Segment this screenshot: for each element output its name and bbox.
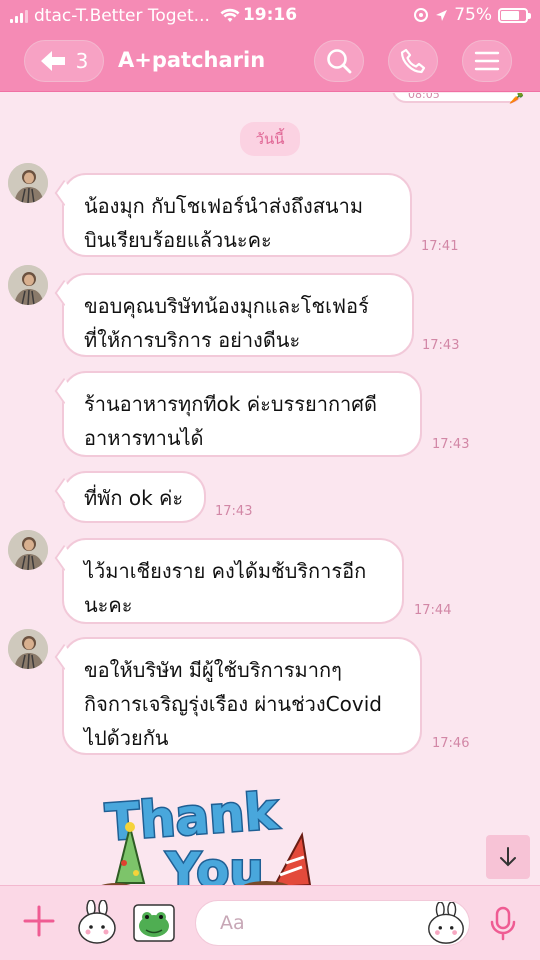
emoji-sticker-icon[interactable]: [424, 902, 468, 946]
search-button[interactable]: [314, 40, 364, 82]
call-button[interactable]: [388, 40, 438, 82]
frog-sticker-button[interactable]: [131, 900, 177, 946]
chat-title: A+patcharin: [118, 48, 266, 72]
back-button[interactable]: 3: [24, 40, 104, 82]
sticker-text-you: You: [165, 843, 264, 885]
microphone-icon[interactable]: [489, 906, 517, 942]
avatar[interactable]: [8, 265, 48, 305]
message-text: ขอให้บริษัท มีผู้ใช้บริการมากๆ กิจการเจร…: [84, 658, 382, 750]
location-icon: [436, 9, 448, 21]
previous-message-time: 08:05: [408, 93, 440, 101]
avatar[interactable]: [8, 163, 48, 203]
battery-icon: [498, 7, 531, 23]
message-input-bar: Aa: [0, 885, 540, 960]
message-time: 17:43: [422, 338, 460, 353]
avatar[interactable]: [8, 530, 48, 570]
status-bar: dtac-T.Better Toget... 19:16 75%: [0, 0, 540, 32]
date-chip: วันนี้: [240, 122, 300, 156]
message-text: ขอบคุณบริษัทน้องมุกและโชเฟอร์ ที่ให้การบ…: [84, 294, 369, 352]
message-text: น้องมุก กับโชเฟอร์นำส่งถึงสนาม บินเรียบร…: [84, 194, 364, 252]
message-bubble[interactable]: ที่พัก ok ค่ะ: [62, 471, 206, 523]
message-list[interactable]: 08:05 🥕 วันนี้ น้องมุก กับโชเฟอร์นำส่งถึ…: [0, 93, 540, 885]
menu-button[interactable]: [462, 40, 512, 82]
message-time: 17:44: [414, 603, 452, 618]
message-bubble[interactable]: ขอบคุณบริษัทน้องมุกและโชเฟอร์ ที่ให้การบ…: [62, 273, 414, 357]
message-bubble[interactable]: ไว้มาเชียงราย คงได้มช้บริการอีก นะคะ: [62, 538, 404, 624]
message-bubble[interactable]: ขอให้บริษัท มีผู้ใช้บริการมากๆ กิจการเจร…: [62, 637, 422, 755]
search-icon: [327, 49, 352, 74]
message-text: ร้านอาหารทุกทีok ค่ะบรรยากาศดี อาหารทานไ…: [84, 392, 377, 450]
phone-icon: [400, 48, 426, 74]
add-icon[interactable]: [22, 904, 56, 938]
back-arrow-icon: [40, 51, 65, 71]
message-time: 17:41: [421, 239, 459, 254]
orientation-lock-icon: [414, 8, 429, 22]
thank-you-sticker[interactable]: Thank You: [96, 783, 326, 885]
hamburger-menu-icon: [474, 51, 500, 71]
cony-sticker-button[interactable]: [74, 900, 120, 946]
message-time: 17:43: [215, 504, 253, 519]
unread-count: 3: [75, 49, 89, 73]
chat-header: 3 A+patcharin: [0, 32, 540, 92]
avatar[interactable]: [8, 629, 48, 669]
message-bubble[interactable]: น้องมุก กับโชเฟอร์นำส่งถึงสนาม บินเรียบร…: [62, 173, 412, 257]
message-time: 17:46: [432, 736, 470, 751]
message-bubble[interactable]: ร้านอาหารทุกทีok ค่ะบรรยากาศดี อาหารทานไ…: [62, 371, 422, 457]
arrow-down-icon: [500, 847, 516, 867]
scroll-to-bottom-button[interactable]: [486, 835, 530, 879]
carrot-sticker-icon: 🥕: [509, 93, 524, 105]
message-time: 17:43: [432, 437, 470, 452]
battery-percent: 75%: [454, 5, 492, 25]
message-text: ที่พัก ok ค่ะ: [84, 486, 184, 510]
message-text: ไว้มาเชียงราย คงได้มช้บริการอีก นะคะ: [84, 559, 367, 617]
